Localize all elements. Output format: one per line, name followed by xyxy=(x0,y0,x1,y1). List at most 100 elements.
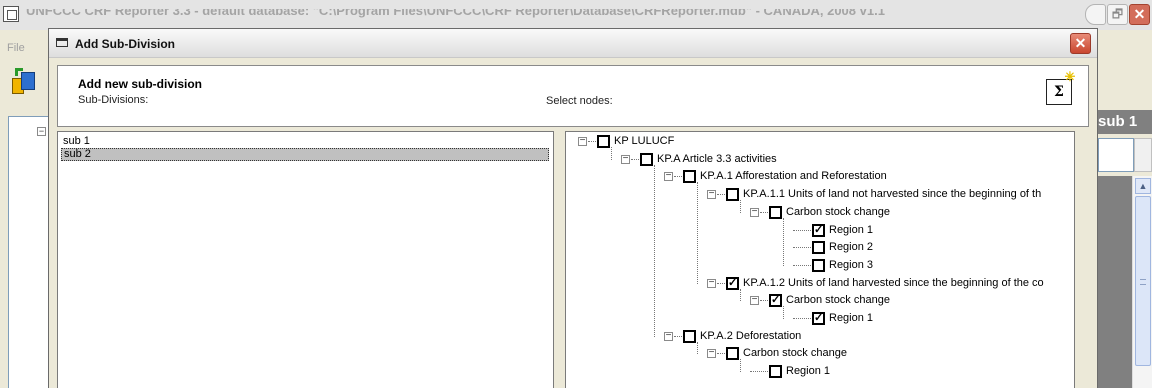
tree-node[interactable]: − ✓ KP.A.1.2 Units of land harvested since… xyxy=(707,276,1074,292)
tree-connector xyxy=(674,176,682,178)
node-checkbox[interactable] xyxy=(726,347,739,361)
node-checkbox[interactable] xyxy=(597,135,610,148)
tree-connector xyxy=(740,288,741,302)
minimize-button[interactable] xyxy=(1085,4,1106,25)
cube-blue-icon xyxy=(21,72,35,90)
collapse-icon[interactable]: − xyxy=(621,153,630,164)
sheet-header: sub 1 xyxy=(1098,110,1152,134)
tree-connector xyxy=(697,341,698,355)
dialog-title: Add Sub-Division xyxy=(75,37,175,51)
tree-connector xyxy=(760,211,768,213)
check-icon: ✓ xyxy=(771,294,781,307)
node-checkbox[interactable] xyxy=(683,170,696,184)
tree-node[interactable]: ✓ Region 1 xyxy=(793,311,1074,327)
window-icon xyxy=(56,38,68,47)
collapse-icon[interactable]: − xyxy=(707,277,716,288)
node-checkbox[interactable] xyxy=(640,152,653,166)
tree-connector xyxy=(740,359,741,373)
collapse-icon[interactable]: − xyxy=(578,136,587,146)
collapse-icon[interactable]: − xyxy=(750,295,759,306)
tree-connector xyxy=(740,200,741,213)
collapse-icon[interactable]: − xyxy=(707,189,716,200)
check-icon: ✓ xyxy=(728,276,738,289)
vertical-scrollbar[interactable]: ▲ xyxy=(1132,176,1152,388)
tree-connector xyxy=(793,318,813,319)
tree-node[interactable]: − KP LULUCF xyxy=(578,134,1058,150)
dialog-close-button[interactable]: ✕ xyxy=(1070,33,1091,54)
nodes-tree[interactable]: − KP LULUCF − KP.A Article 3.3 activities − K… xyxy=(565,131,1075,388)
tree-connector xyxy=(674,335,682,337)
subdivision-combo[interactable] xyxy=(1098,138,1134,172)
sum-button[interactable]: Σ ✳ xyxy=(1046,71,1075,105)
scroll-up-button[interactable]: ▲ xyxy=(1135,178,1151,194)
dialog-titlebar: Add Sub-Division ✕ xyxy=(49,29,1097,58)
node-label: KP LULUCF xyxy=(614,135,675,147)
tree-node[interactable]: − KP.A.2 Deforestation xyxy=(664,329,1074,345)
tree-connector xyxy=(783,306,784,319)
collapse-icon[interactable]: − xyxy=(664,330,673,341)
node-label: Region 1 xyxy=(829,312,874,324)
tree-node[interactable]: ✓ Region 1 xyxy=(793,223,1074,239)
tree-connector xyxy=(588,141,596,142)
node-checkbox[interactable] xyxy=(769,205,782,219)
node-checkbox[interactable]: ✓ xyxy=(769,294,782,308)
tree-node[interactable]: − ✓ Carbon stock change xyxy=(750,293,1074,309)
node-checkbox[interactable]: ✓ xyxy=(726,276,739,290)
node-label: KP.A.1 Afforestation and Reforestation xyxy=(700,170,887,183)
node-checkbox[interactable] xyxy=(769,365,782,379)
grid-area xyxy=(1098,176,1132,388)
subdivisions-label: Sub-Divisions: xyxy=(78,94,149,106)
tree-node[interactable]: − KP.A Article 3.3 activities xyxy=(621,152,1074,168)
tree-node[interactable]: − KP.A.1.1 Units of land not harvested si… xyxy=(707,187,1074,203)
list-item[interactable]: sub 2 xyxy=(61,148,549,161)
node-checkbox[interactable] xyxy=(812,241,825,255)
tree-connector xyxy=(717,353,725,355)
tree-connector xyxy=(611,147,612,160)
scroll-thumb[interactable] xyxy=(1135,196,1151,366)
node-label: Carbon stock change xyxy=(786,294,890,307)
collapse-icon[interactable]: − xyxy=(664,171,673,182)
node-label: Region 2 xyxy=(829,241,874,254)
toolbar-database-icon[interactable] xyxy=(12,68,38,98)
node-label: Region 3 xyxy=(829,258,874,271)
collapse-icon[interactable]: − xyxy=(750,206,759,217)
tree-node[interactable]: Region 2 xyxy=(793,240,1074,256)
tree-node[interactable]: Region 3 xyxy=(793,258,1074,274)
tree-node[interactable]: − KP.A.1 Afforestation and Reforestation xyxy=(664,169,1074,185)
tree-connector xyxy=(631,158,639,160)
tree-node[interactable]: − Carbon stock change xyxy=(750,205,1074,221)
tree-connector xyxy=(717,282,725,284)
main-close-button[interactable]: ✕ xyxy=(1129,4,1150,25)
star-icon: ✳ xyxy=(1064,70,1076,85)
arrow-icon xyxy=(15,68,23,76)
node-label: Carbon stock change xyxy=(786,205,890,218)
collapse-icon[interactable]: − xyxy=(707,348,716,359)
node-label: Carbon stock change xyxy=(743,347,847,360)
sigma-icon: Σ xyxy=(1054,84,1064,100)
subdivisions-list[interactable]: sub 1 sub 2 xyxy=(57,131,554,388)
maximize-button[interactable]: 🗗 xyxy=(1107,4,1128,25)
node-checkbox[interactable] xyxy=(683,329,696,343)
menu-bar: File xyxy=(0,30,50,58)
combo-spinner[interactable] xyxy=(1134,138,1152,172)
main-window-titlebar: UNFCCC CRF Reporter 3.3 - default databa… xyxy=(0,0,1152,30)
node-label: KP.A.2 Deforestation xyxy=(700,329,802,342)
collapse-icon[interactable]: − xyxy=(37,127,46,136)
menu-file[interactable]: File xyxy=(7,42,25,54)
node-label: Region 1 xyxy=(786,365,831,378)
node-label: KP.A.1.2 Units of land harvested since t… xyxy=(743,276,1044,289)
tree-connector xyxy=(793,264,813,266)
tree-connector xyxy=(760,300,768,302)
node-checkbox[interactable]: ✓ xyxy=(812,223,825,237)
tree-node[interactable]: Region 1 xyxy=(750,364,1074,380)
tree-node[interactable]: − Carbon stock change xyxy=(707,346,1074,362)
tree-connector xyxy=(697,182,698,284)
tree-connector xyxy=(783,217,784,266)
node-checkbox[interactable] xyxy=(812,258,825,272)
dialog-header: Add new sub-division Sub-Divisions: Sele… xyxy=(57,65,1089,127)
node-checkbox[interactable]: ✓ xyxy=(812,312,825,325)
grip-icon xyxy=(1140,279,1146,285)
node-checkbox[interactable] xyxy=(726,188,739,202)
list-item[interactable]: sub 1 xyxy=(61,135,549,148)
main-window-title: UNFCCC CRF Reporter 3.3 - default databa… xyxy=(26,9,885,18)
